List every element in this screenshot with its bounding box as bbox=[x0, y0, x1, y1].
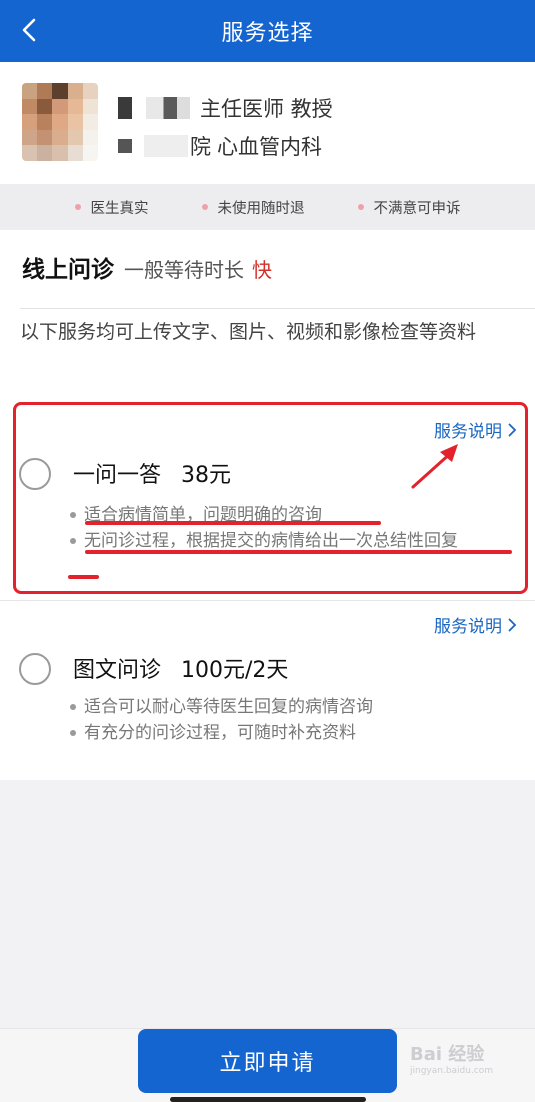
chevron-left-icon bbox=[22, 18, 36, 42]
back-button[interactable] bbox=[12, 12, 48, 48]
redacted-name bbox=[146, 97, 190, 119]
radio-button[interactable] bbox=[19, 458, 51, 490]
radio-button[interactable] bbox=[19, 653, 51, 685]
option-name: 一问一答 bbox=[73, 463, 162, 488]
bullet-icon bbox=[70, 538, 76, 544]
list-item: 无问诊过程，根据提交的病情给出一次总结性回复 bbox=[70, 528, 520, 554]
divider bbox=[20, 308, 535, 309]
doctor-card[interactable]: 主任医师 教授 院 心血管内科 bbox=[0, 62, 535, 184]
doctor-name-title: 主任医师 教授 bbox=[118, 92, 333, 124]
dot-icon bbox=[74, 204, 81, 210]
page-title: 服务选择 bbox=[221, 21, 314, 46]
section-title: 线上问诊 bbox=[22, 257, 114, 283]
guarantee-item: 医生真实 bbox=[74, 197, 149, 218]
doctor-title: 主任医师 教授 bbox=[200, 97, 333, 121]
service-info-link[interactable]: 服务说明 bbox=[434, 612, 517, 637]
watermark-text: Bai 经验 bbox=[410, 1044, 485, 1065]
guarantee-item: 未使用随时退 bbox=[201, 197, 305, 218]
wait-label: 一般等待时长 bbox=[124, 258, 244, 282]
option-bullets: 适合可以耐心等待医生回复的病情咨询 有充分的问诊过程，可随时补充资料 bbox=[70, 694, 520, 746]
service-info-link[interactable]: 服务说明 bbox=[434, 417, 517, 442]
doctor-hospital-line: 院 心血管内科 bbox=[118, 130, 322, 162]
service-section: 线上问诊 一般等待时长 快 以下服务均可上传文字、图片、视频和影像检查等资料 服… bbox=[0, 230, 535, 780]
redacted-hospital bbox=[144, 135, 188, 157]
section-header: 线上问诊 一般等待时长 快 bbox=[22, 250, 272, 290]
bullet-text: 适合病情简单，问题明确的咨询 bbox=[84, 505, 322, 525]
service-info-label: 服务说明 bbox=[434, 422, 502, 442]
guarantee-item: 不满意可申诉 bbox=[357, 197, 461, 218]
hospital-name: 院 bbox=[190, 135, 211, 159]
home-indicator bbox=[170, 1097, 366, 1102]
section-description: 以下服务均可上传文字、图片、视频和影像检查等资料 bbox=[20, 321, 477, 343]
redacted-hospital bbox=[118, 139, 132, 153]
bullet-text: 无问诊过程，根据提交的病情给出一次总结性回复 bbox=[84, 531, 458, 551]
option-bullets: 适合病情简单，问题明确的咨询 无问诊过程，根据提交的病情给出一次总结性回复 bbox=[70, 502, 520, 554]
bullet-text: 适合可以耐心等待医生回复的病情咨询 bbox=[84, 697, 373, 717]
avatar bbox=[22, 83, 98, 161]
top-nav-bar: 服务选择 bbox=[0, 0, 535, 62]
service-option-image-text[interactable]: 服务说明 图文问诊 100元/2天 适合可以耐心等待医生回复的病情咨询 有充分的… bbox=[0, 600, 535, 780]
option-price: 100元/2天 bbox=[181, 658, 289, 683]
dot-icon bbox=[357, 204, 364, 210]
option-name: 图文问诊 bbox=[73, 658, 162, 683]
guarantee-label: 未使用随时退 bbox=[217, 200, 305, 217]
bullet-icon bbox=[70, 704, 76, 710]
option-price: 38元 bbox=[181, 463, 232, 488]
apply-button[interactable]: 立即申请 bbox=[138, 1029, 397, 1093]
bullet-text: 有充分的问诊过程，可随时补充资料 bbox=[84, 723, 356, 743]
guarantee-label: 不满意可申诉 bbox=[373, 200, 461, 217]
list-item: 适合病情简单，问题明确的咨询 bbox=[70, 502, 520, 528]
redacted-name bbox=[118, 97, 132, 119]
list-item: 适合可以耐心等待医生回复的病情咨询 bbox=[70, 694, 520, 720]
chevron-right-icon bbox=[508, 618, 517, 632]
wait-value: 快 bbox=[252, 258, 272, 282]
guarantee-label: 医生真实 bbox=[90, 200, 149, 217]
watermark-logo: Bai 经验 jingyan.baidu.com bbox=[410, 1040, 530, 1090]
chevron-right-icon bbox=[508, 423, 517, 437]
bullet-icon bbox=[70, 512, 76, 518]
service-info-label: 服务说明 bbox=[434, 617, 502, 637]
guarantee-bar: 医生真实 未使用随时退 不满意可申诉 bbox=[0, 184, 535, 230]
list-item: 有充分的问诊过程，可随时补充资料 bbox=[70, 720, 520, 746]
option-title: 一问一答 38元 bbox=[73, 457, 231, 489]
dot-icon bbox=[201, 204, 208, 210]
bullet-icon bbox=[70, 730, 76, 736]
option-title: 图文问诊 100元/2天 bbox=[73, 652, 288, 684]
department: 心血管内科 bbox=[217, 135, 322, 159]
watermark-subtext: jingyan.baidu.com bbox=[410, 1066, 494, 1076]
service-option-qa[interactable]: 服务说明 一问一答 38元 适合病情简单，问题明确的咨询 无问诊过程，根据提交的… bbox=[0, 405, 535, 595]
